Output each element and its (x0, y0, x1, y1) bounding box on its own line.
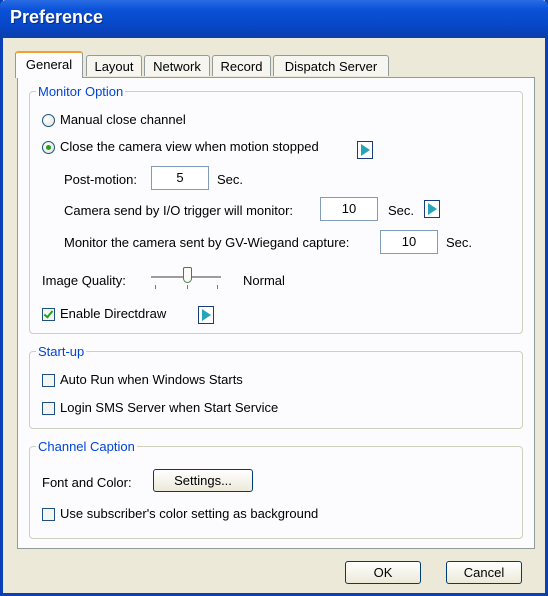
monitor-option-legend: Monitor Option (38, 84, 124, 99)
enable-directdraw-checkbox[interactable] (42, 308, 55, 321)
slider-tick (217, 285, 218, 289)
general-tab-panel: Monitor Option Manual close channel Clos… (17, 77, 535, 549)
manual-close-radio[interactable] (42, 114, 55, 127)
io-trigger-input[interactable]: 10 (320, 197, 378, 221)
tab-dispatch-server[interactable]: Dispatch Server (273, 55, 389, 76)
ok-button[interactable]: OK (345, 561, 421, 584)
slider-tick (187, 285, 188, 289)
close-camera-radio[interactable] (42, 141, 55, 154)
subscriber-color-label: Use subscriber's color setting as backgr… (60, 506, 319, 521)
post-motion-label: Post-motion: (64, 172, 137, 187)
font-color-label: Font and Color: (42, 475, 132, 490)
title-bar[interactable]: Preference (0, 0, 548, 38)
settings-button[interactable]: Settings... (153, 469, 253, 492)
startup-legend: Start-up (38, 344, 85, 359)
login-sms-label: Login SMS Server when Start Service (60, 400, 279, 415)
wiegand-label: Monitor the camera sent by GV-Wiegand ca… (64, 235, 350, 250)
auto-run-label: Auto Run when Windows Starts (60, 372, 243, 387)
image-quality-label: Image Quality: (42, 273, 126, 288)
auto-run-checkbox[interactable] (42, 374, 55, 387)
cancel-button[interactable]: Cancel (446, 561, 522, 584)
tab-layout[interactable]: Layout (86, 55, 142, 76)
post-motion-input[interactable]: 5 (151, 166, 209, 190)
image-quality-value: Normal (243, 273, 285, 288)
wiegand-unit: Sec. (446, 235, 473, 250)
wiegand-input[interactable]: 10 (380, 230, 438, 254)
window-title: Preference (10, 7, 104, 27)
login-sms-checkbox[interactable] (42, 402, 55, 415)
subscriber-color-checkbox[interactable] (42, 508, 55, 521)
tab-network[interactable]: Network (144, 55, 210, 76)
play-icon[interactable] (357, 141, 373, 159)
slider-thumb[interactable] (183, 267, 192, 283)
io-trigger-label: Camera send by I/O trigger will monitor: (64, 203, 294, 218)
post-motion-unit: Sec. (217, 172, 244, 187)
play-icon[interactable] (198, 306, 214, 324)
tab-record[interactable]: Record (212, 55, 271, 76)
enable-directdraw-label: Enable Directdraw (60, 306, 167, 321)
preference-window: Preference General Layout Network Record… (0, 0, 548, 596)
channel-caption-legend: Channel Caption (38, 439, 135, 454)
play-icon[interactable] (424, 200, 440, 218)
close-camera-label: Close the camera view when motion stoppe… (60, 139, 319, 154)
io-trigger-unit: Sec. (388, 203, 415, 218)
manual-close-label: Manual close channel (60, 112, 186, 127)
slider-tick (155, 285, 156, 289)
tab-general[interactable]: General (15, 51, 83, 78)
